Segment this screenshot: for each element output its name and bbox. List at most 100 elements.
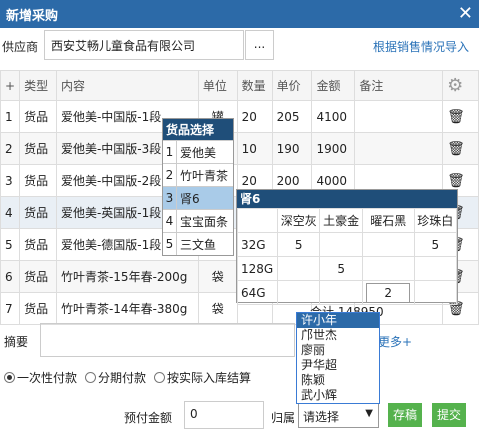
- owner-label: 归属: [271, 411, 296, 425]
- close-icon[interactable]: ✕: [458, 3, 473, 24]
- row-note[interactable]: [354, 132, 444, 165]
- import-by-sales-link[interactable]: 根据销售情况导入: [373, 38, 469, 55]
- owner-option[interactable]: 尹华超: [297, 358, 379, 373]
- size-label: 128G: [237, 256, 278, 281]
- submit-button[interactable]: 提交: [432, 403, 466, 427]
- prepay-input[interactable]: 0: [184, 401, 264, 429]
- color-header: 土豪金: [319, 208, 363, 233]
- size-label: 32G: [237, 232, 278, 257]
- owner-select-value: 请选择: [303, 410, 340, 424]
- variant-qty-cell[interactable]: [361, 256, 415, 281]
- window-titlebar: 新增采购 ✕: [0, 0, 479, 28]
- payment-radio-installment[interactable]: 分期付款: [85, 369, 146, 386]
- row-type: 货品: [19, 132, 57, 165]
- payment-radio-onetime[interactable]: 一次性付款: [4, 369, 77, 386]
- color-header: 曜石黑: [361, 208, 415, 233]
- variant-qty-cell[interactable]: [276, 256, 321, 281]
- goods-popup-title: 货品选择: [163, 119, 233, 140]
- row-content[interactable]: 竹叶青茶-14年春-380g: [55, 292, 199, 325]
- row-type: 货品: [19, 228, 57, 261]
- variant-qty-input[interactable]: 2: [366, 282, 411, 303]
- row-type: 货品: [19, 164, 57, 197]
- col-header-amount: 金额: [311, 70, 356, 101]
- col-header-unit: 单位: [197, 70, 238, 101]
- goods-option[interactable]: 4 宝宝面条: [163, 209, 233, 232]
- row-number: 4: [0, 196, 21, 229]
- col-header-qty: 数量: [236, 70, 273, 101]
- owner-select[interactable]: 请选择 ▼: [298, 402, 379, 428]
- add-row-button[interactable]: +: [0, 70, 21, 101]
- color-header: 珍珠白: [413, 208, 458, 233]
- settings-gear-icon[interactable]: ⚙: [442, 70, 479, 101]
- row-number: 7: [0, 292, 21, 325]
- window-title: 新增采购: [6, 9, 59, 24]
- trash-icon[interactable]: 🗑: [442, 132, 479, 165]
- row-unit: 袋: [197, 260, 238, 293]
- prepay-label: 预付金额: [124, 411, 173, 425]
- more-link[interactable]: 更多+: [378, 333, 412, 350]
- supplier-picker-button[interactable]: ...: [245, 30, 274, 60]
- variant-qty-cell[interactable]: [413, 256, 458, 281]
- variant-qty-cell-active[interactable]: 2: [361, 280, 415, 305]
- owner-option[interactable]: 陈颖: [297, 373, 379, 388]
- row-type: 货品: [19, 196, 57, 229]
- row-number: 6: [0, 260, 21, 293]
- row-content[interactable]: 竹叶青茶-15年春-200g: [55, 260, 199, 293]
- row-number: 2: [0, 132, 21, 165]
- size-label: 64G: [237, 280, 278, 305]
- row-type: 货品: [19, 292, 57, 325]
- radio-dot[interactable]: [4, 372, 15, 383]
- remark-label: 摘要: [4, 335, 29, 349]
- variant-qty-cell[interactable]: 5: [319, 256, 363, 281]
- table-row: 2 货品 爱他美-中国版-3段 罐 10 190 1900 🗑: [0, 132, 479, 165]
- goods-option[interactable]: 5 三文鱼: [163, 232, 233, 255]
- row-qty[interactable]: 10: [236, 132, 273, 165]
- row-number: 3: [0, 164, 21, 197]
- chevron-down-icon: ▼: [365, 408, 373, 419]
- col-header-type: 类型: [19, 70, 57, 101]
- row-amount: 4100: [311, 100, 356, 133]
- payment-options: 一次性付款 分期付款 按实际入库结算: [4, 369, 251, 386]
- variant-popup-title: 肾6: [237, 190, 457, 208]
- col-header-content: 内容: [55, 70, 199, 101]
- row-price[interactable]: 205: [271, 100, 313, 133]
- trash-icon[interactable]: 🗑: [442, 100, 479, 133]
- variant-qty-cell[interactable]: 5: [413, 232, 458, 257]
- owner-option[interactable]: 武小辉: [297, 388, 379, 403]
- owner-dropdown-list: 许小年 邝世杰 廖丽 尹华超 陈颖 武小辉: [296, 312, 380, 404]
- row-amount: 1900: [311, 132, 356, 165]
- supplier-input[interactable]: 西安艾畅儿童食品有限公司: [44, 30, 244, 60]
- variant-matrix: 深空灰 土豪金 曜石黑 珍珠白 32G 5 5 128G 5 64G 2: [237, 208, 458, 305]
- payment-radio-actual[interactable]: 按实际入库结算: [154, 369, 251, 386]
- row-note[interactable]: [354, 100, 444, 133]
- radio-dot[interactable]: [154, 372, 166, 383]
- goods-option[interactable]: 2 竹叶青茶: [163, 163, 233, 186]
- variant-matrix-popup: 肾6 深空灰 土豪金 曜石黑 珍珠白 32G 5 5 128G 5 64G 2: [236, 189, 458, 305]
- row-price[interactable]: 190: [271, 132, 313, 165]
- variant-qty-cell[interactable]: [319, 232, 363, 257]
- goods-select-popup: 货品选择 1 爱他美 2 竹叶青茶 3 肾6 4 宝宝面条 5 三文鱼: [162, 118, 234, 256]
- row-number: 1: [0, 100, 21, 133]
- owner-option[interactable]: 邝世杰: [297, 328, 379, 343]
- supplier-label: 供应商: [2, 40, 39, 54]
- remark-input[interactable]: [40, 323, 295, 357]
- variant-qty-cell[interactable]: [361, 232, 415, 257]
- owner-option[interactable]: 许小年: [297, 313, 379, 328]
- owner-option[interactable]: 廖丽: [297, 343, 379, 358]
- variant-qty-cell[interactable]: 5: [276, 232, 321, 257]
- col-header-price: 单价: [271, 70, 313, 101]
- row-type: 货品: [19, 260, 57, 293]
- goods-option[interactable]: 1 爱他美: [163, 140, 233, 163]
- color-header: 深空灰: [276, 208, 321, 233]
- variant-qty-cell[interactable]: [319, 280, 363, 305]
- row-unit: 袋: [197, 292, 238, 325]
- col-header-note: 备注: [354, 70, 444, 101]
- variant-qty-cell[interactable]: [276, 280, 321, 305]
- radio-dot[interactable]: [85, 372, 97, 383]
- save-draft-button[interactable]: 存稿: [388, 403, 422, 427]
- row-qty[interactable]: 20: [236, 100, 273, 133]
- variant-qty-cell[interactable]: [413, 280, 458, 305]
- row-number: 5: [0, 228, 21, 261]
- row-type: 货品: [19, 100, 57, 133]
- goods-option-selected[interactable]: 3 肾6: [163, 186, 233, 209]
